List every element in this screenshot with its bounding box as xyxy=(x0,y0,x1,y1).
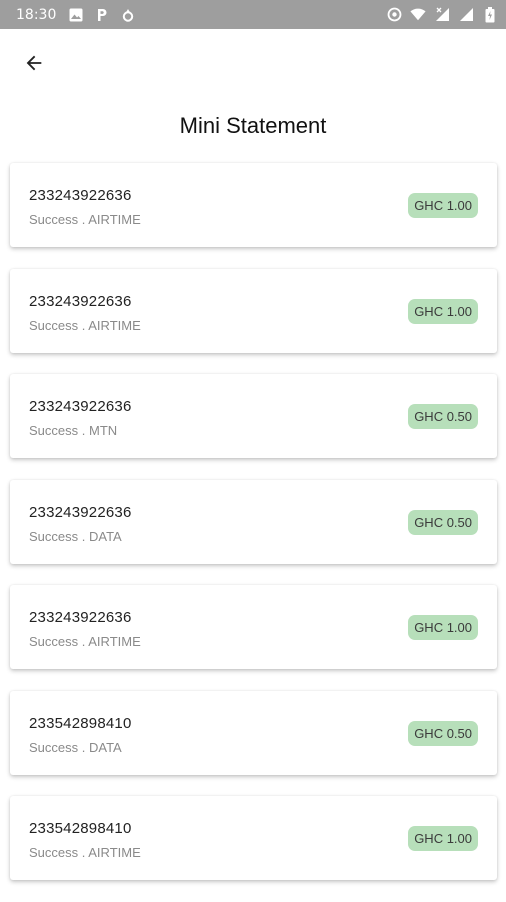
status-left-icons xyxy=(68,7,136,23)
amount-badge: GHC 0.50 xyxy=(408,720,478,746)
transaction-card[interactable]: 233243922636 Success . AIRTIME GHC 1.00 xyxy=(10,163,497,247)
back-button[interactable] xyxy=(14,43,54,83)
transaction-card[interactable]: 233243922636 Success . DATA GHC 0.50 xyxy=(10,479,497,564)
transaction-status: Success xyxy=(29,528,79,544)
amount-badge: GHC 1.00 xyxy=(408,193,478,218)
transaction-status: Success xyxy=(29,317,79,333)
transaction-phone: 233542898410 xyxy=(29,820,132,837)
transaction-phone: 233243922636 xyxy=(29,609,132,626)
transaction-subtitle: Success . DATA xyxy=(29,739,122,755)
amount-badge: GHC 0.50 xyxy=(408,404,478,429)
image-icon xyxy=(68,7,84,23)
app-bar xyxy=(0,29,506,93)
amount-badge: GHC 1.00 xyxy=(408,615,478,640)
p-icon xyxy=(94,7,110,23)
transaction-type: DATA xyxy=(88,739,122,755)
arrow-left-icon xyxy=(26,55,42,71)
transaction-type: AIRTIME xyxy=(88,317,141,333)
amount-badge: GHC 0.50 xyxy=(408,509,478,535)
transaction-subtitle: Success . AIRTIME xyxy=(29,212,141,227)
transaction-card[interactable]: 233243922636 Success . AIRTIME GHC 1.00 xyxy=(10,268,497,353)
transaction-type: AIRTIME xyxy=(88,634,141,649)
transaction-subtitle: Success . AIRTIME xyxy=(29,845,141,860)
sync-icon xyxy=(386,7,402,23)
transaction-status: Success xyxy=(29,845,79,860)
transaction-card[interactable]: 233243922636 Success . AIRTIME GHC 1.00 xyxy=(10,585,497,669)
transaction-phone: 233243922636 xyxy=(29,292,132,310)
transaction-status: Success xyxy=(29,212,79,227)
transaction-phone: 233243922636 xyxy=(29,398,132,415)
transaction-type: AIRTIME xyxy=(88,212,141,227)
status-right-icons xyxy=(386,6,498,23)
transaction-subtitle: Success . MTN xyxy=(29,423,118,438)
signal-icon xyxy=(434,7,450,23)
transaction-subtitle: Success . DATA xyxy=(29,528,122,544)
status-bar: 18:30 xyxy=(0,0,506,29)
transaction-type: AIRTIME xyxy=(88,845,141,860)
page-title: Mini Statement xyxy=(179,113,327,138)
transaction-list[interactable]: 233243922636 Success . AIRTIME GHC 1.00 … xyxy=(10,163,497,902)
battery-icon xyxy=(482,6,498,23)
wifi-icon xyxy=(410,7,426,23)
signal-icon xyxy=(458,7,474,23)
transaction-status: Success xyxy=(29,739,79,755)
transaction-subtitle: Success . AIRTIME xyxy=(29,317,141,333)
amount-badge: GHC 1.00 xyxy=(408,298,478,324)
drop-icon xyxy=(120,7,136,23)
status-time: 18:30 xyxy=(16,6,57,23)
transaction-status: Success xyxy=(29,634,79,649)
transaction-card[interactable]: 233243922636 Success . MTN GHC 0.50 xyxy=(10,374,497,458)
amount-badge: GHC 1.00 xyxy=(408,826,478,851)
transaction-status: Success xyxy=(29,423,79,438)
transaction-card[interactable]: 233542898410 Success . DATA GHC 0.50 xyxy=(10,690,497,775)
transaction-phone: 233243922636 xyxy=(29,187,132,204)
transaction-phone: 233542898410 xyxy=(29,714,132,732)
transaction-type: DATA xyxy=(88,528,122,544)
transaction-card[interactable]: 233542898410 Success . AIRTIME GHC 1.00 xyxy=(10,796,497,880)
transaction-type: MTN xyxy=(88,423,118,438)
transaction-phone: 233243922636 xyxy=(29,503,132,521)
transaction-subtitle: Success . AIRTIME xyxy=(29,634,141,649)
